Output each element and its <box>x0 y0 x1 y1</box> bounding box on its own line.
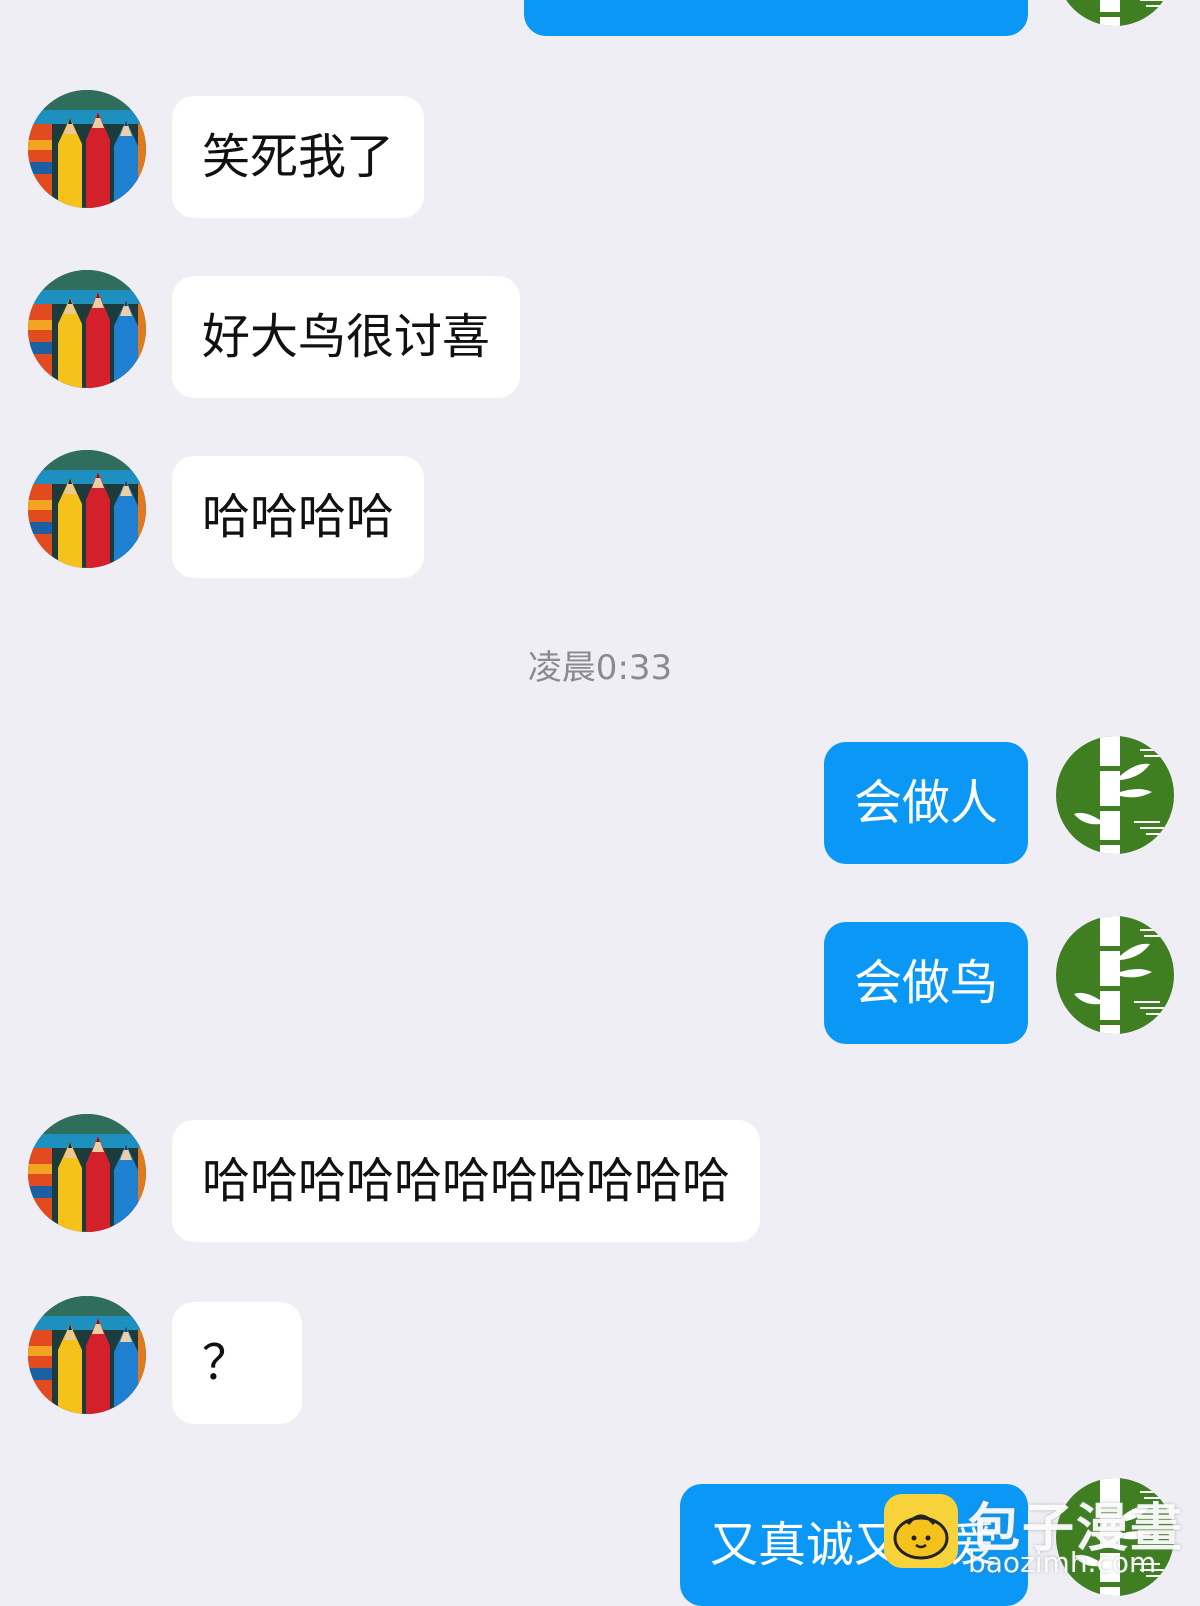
watermark-url: baozimh.com <box>968 1546 1157 1579</box>
bamboo-icon <box>1056 0 1174 26</box>
pencils-icon <box>28 450 146 568</box>
message-bubble-incoming[interactable]: 哈哈哈哈 <box>172 456 425 578</box>
message-bubble-incoming[interactable]: ？ <box>172 1302 302 1424</box>
chat-history[interactable]: 笑死我了 好大鸟很讨喜 哈哈哈哈 凌晨0:33 会做人 会做鸟 哈哈哈哈哈哈哈哈… <box>0 0 1200 1606</box>
bamboo-avatar[interactable] <box>1056 916 1174 1034</box>
pencils-avatar[interactable] <box>28 270 146 388</box>
bamboo-avatar[interactable] <box>1056 736 1174 854</box>
pencils-icon <box>28 1296 146 1414</box>
bamboo-icon <box>1056 736 1174 854</box>
message-bubble-outgoing[interactable]: 会做鸟 <box>823 922 1028 1044</box>
pencils-icon <box>28 1114 146 1232</box>
message-bubble-incoming[interactable]: 笑死我了 <box>172 96 425 218</box>
message-bubble-outgoing[interactable] <box>524 0 1028 36</box>
pencils-avatar[interactable] <box>28 450 146 568</box>
pencils-avatar[interactable] <box>28 90 146 208</box>
pencils-icon <box>28 270 146 388</box>
message-bubble-outgoing[interactable]: 会做人 <box>823 742 1028 864</box>
message-timestamp: 凌晨0:33 <box>527 648 673 688</box>
bamboo-avatar[interactable] <box>1056 0 1174 26</box>
message-bubble-incoming[interactable]: 好大鸟很讨喜 <box>172 276 521 398</box>
bamboo-icon <box>1056 916 1174 1034</box>
message-bubble-incoming[interactable]: 哈哈哈哈哈哈哈哈哈哈哈 <box>172 1120 761 1242</box>
site-watermark: 包子漫畫 baozimh.com <box>884 1490 1200 1600</box>
baozi-logo-icon <box>884 1494 958 1568</box>
pencils-avatar[interactable] <box>28 1296 146 1414</box>
pencils-avatar[interactable] <box>28 1114 146 1232</box>
pencils-icon <box>28 90 146 208</box>
